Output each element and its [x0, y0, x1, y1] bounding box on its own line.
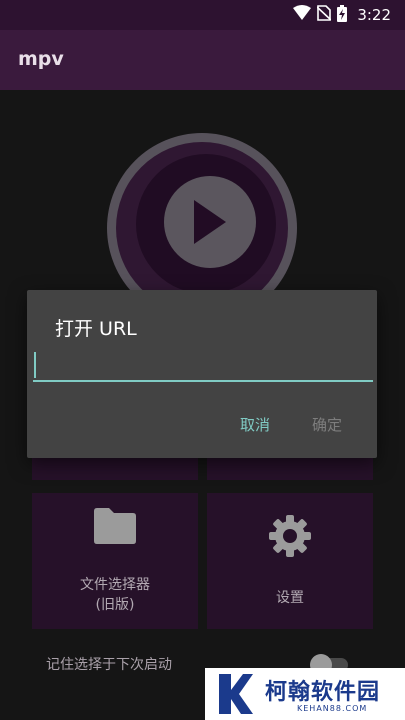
- watermark: 柯翰软件园 KEHAN88.COM: [205, 668, 405, 720]
- dialog-title: 打开 URL: [55, 318, 137, 340]
- watermark-logo-icon: [219, 674, 253, 714]
- wifi-icon: [293, 5, 312, 25]
- app-title: mpv: [18, 48, 64, 70]
- app-bar: mpv: [0, 30, 405, 90]
- ok-button[interactable]: 确定: [312, 414, 342, 435]
- no-sim-icon: [316, 5, 332, 25]
- battery-charging-icon: [337, 4, 348, 26]
- status-bar: 3:22: [0, 0, 405, 30]
- status-time: 3:22: [357, 6, 391, 24]
- text-caret: [34, 352, 36, 378]
- watermark-domain: KEHAN88.COM: [297, 704, 368, 713]
- watermark-name: 柯翰软件园: [265, 680, 381, 705]
- status-icons: 3:22: [293, 4, 391, 26]
- open-url-dialog: 打开 URL 取消 确定: [27, 290, 377, 458]
- url-input[interactable]: [33, 348, 373, 382]
- cancel-button[interactable]: 取消: [240, 414, 270, 435]
